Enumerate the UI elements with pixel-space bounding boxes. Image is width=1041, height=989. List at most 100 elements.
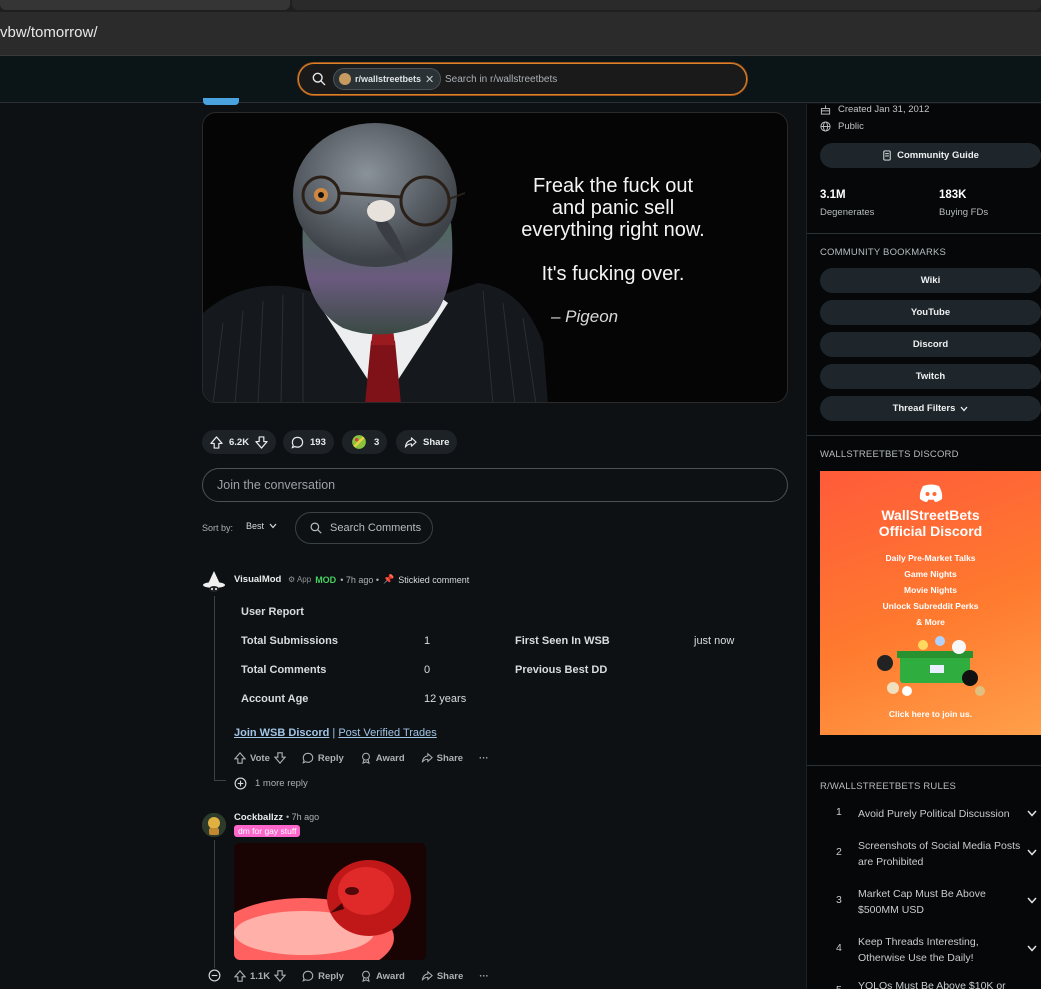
join-discord-link[interactable]: Join WSB Discord [234, 727, 329, 739]
share-button[interactable]: Share [421, 752, 463, 764]
share-button[interactable]: Share [396, 430, 458, 454]
browser-address-bar[interactable]: vbw/tomorrow/ [0, 12, 1041, 56]
reply-button[interactable]: Reply [302, 752, 344, 764]
search-icon [312, 72, 326, 86]
vote-control: Vote [234, 752, 286, 764]
thread-line[interactable] [214, 596, 215, 781]
more-replies-label: 1 more reply [255, 778, 308, 789]
bookmark-label: Wiki [920, 275, 941, 286]
collapse-thread-button[interactable] [208, 969, 221, 985]
rule-number: 4 [836, 942, 842, 954]
community-guide-button[interactable]: Community Guide [820, 143, 1041, 168]
comment-input[interactable] [202, 468, 788, 502]
search-bar[interactable]: r/wallstreetbets ✕ [298, 63, 747, 95]
share-icon [421, 970, 433, 981]
more-icon: ··· [479, 752, 489, 764]
thread-line[interactable] [214, 840, 215, 968]
bookmark-youtube[interactable]: YouTube [820, 300, 1041, 325]
bookmark-label: Thread Filters [892, 403, 956, 414]
sort-select[interactable]: Best [246, 521, 277, 531]
avatar[interactable] [202, 813, 226, 837]
rule-item[interactable]: 4 Keep Threads Interesting, Otherwise Us… [820, 934, 1041, 966]
browser-tab[interactable] [292, 0, 1041, 10]
image-quote-line: It's fucking over. [541, 263, 685, 285]
bookmarks-heading: COMMUNITY BOOKMARKS [820, 247, 947, 258]
members-count: 3.1M [820, 189, 846, 201]
award-button[interactable]: 3 [342, 430, 388, 454]
ad-title: Official Discord [878, 523, 983, 539]
ad-cta[interactable]: Click here to join us. [820, 709, 1041, 719]
search-comments-button[interactable]: Search Comments [295, 512, 433, 544]
report-value: 12 years [424, 693, 467, 705]
award-button[interactable]: Award [360, 970, 405, 982]
bookmark-wiki[interactable]: Wiki [820, 268, 1041, 293]
rule-number: 1 [836, 806, 842, 818]
more-options-button[interactable]: ··· [479, 971, 489, 982]
ad-title: WallStreetBets [881, 507, 980, 523]
pin-icon: 📌 [383, 574, 395, 584]
more-replies-button[interactable]: 1 more reply [234, 777, 308, 790]
comment-author[interactable]: VisualMod [234, 574, 281, 585]
downvote-icon[interactable] [255, 435, 268, 449]
discord-banner[interactable]: WallStreetBets Official Discord Daily Pr… [820, 471, 1041, 735]
award-label: Award [375, 752, 405, 764]
pigeon-in-suit-illustration [203, 123, 548, 402]
vote-count: 6.2K [229, 436, 250, 448]
comment-author[interactable]: Cockballzz [234, 812, 283, 823]
bookmark-thread-filters[interactable]: Thread Filters [820, 396, 1041, 421]
globe-icon [820, 121, 831, 132]
rule-item[interactable]: 3 Market Cap Must Be Above $500MM USD [820, 886, 1041, 918]
upvote-icon[interactable] [234, 970, 246, 982]
share-button[interactable]: Share [421, 970, 463, 982]
divider [807, 765, 1041, 766]
comments-button[interactable]: 193 [283, 430, 334, 454]
comment-icon [302, 970, 314, 982]
avatar[interactable] [202, 570, 226, 594]
online-label: Buying FDs [939, 207, 989, 218]
upvote-icon[interactable] [210, 435, 223, 449]
reply-button[interactable]: Reply [302, 970, 344, 982]
comment-icon [302, 752, 314, 764]
subreddit-avatar [339, 73, 351, 85]
reply-label: Reply [317, 752, 344, 764]
award-button[interactable]: Award [360, 752, 405, 764]
share-icon [404, 436, 417, 448]
more-icon: ··· [479, 970, 489, 982]
comment-meta: ⚙ App MOD • 7h ago • 📌 Stickied comment [288, 574, 469, 585]
url-text[interactable]: vbw/tomorrow/ [0, 24, 98, 41]
bookmark-discord[interactable]: Discord [820, 332, 1041, 357]
bookmark-twitch[interactable]: Twitch [820, 364, 1041, 389]
report-value: 0 [424, 664, 431, 676]
rule-text: Keep Threads Interesting, Otherwise Use … [858, 936, 979, 964]
rule-text: YOLOs Must Be Above $10K or [858, 980, 1006, 989]
search-input[interactable] [445, 64, 725, 94]
bookmark-label: YouTube [910, 307, 951, 318]
post-image[interactable]: Freak the fuck out and panic sell everyt… [202, 112, 788, 403]
post-verified-trades-link[interactable]: Post Verified Trades [338, 727, 436, 739]
rule-item[interactable]: YOLOs Must Be Above $10K or [820, 978, 1041, 989]
comment-time: • 7h ago [286, 812, 320, 822]
site-header: r/wallstreetbets ✕ [0, 56, 1041, 103]
comment-count: 193 [310, 436, 326, 448]
close-icon[interactable]: ✕ [425, 73, 434, 86]
link-separator: | [332, 727, 336, 739]
rule-number: 3 [836, 894, 842, 906]
post-flair[interactable] [203, 98, 239, 105]
downvote-icon[interactable] [273, 752, 286, 764]
chevron-down-icon [1027, 945, 1037, 952]
browser-tab[interactable] [0, 0, 290, 10]
more-options-button[interactable]: ··· [479, 753, 489, 764]
chevron-down-icon [1027, 897, 1037, 904]
chevron-down-icon [1027, 810, 1037, 817]
comment-image[interactable] [234, 843, 426, 960]
upvote-icon[interactable] [234, 752, 246, 764]
rule-item[interactable]: 1 Avoid Purely Political Discussion [820, 806, 1041, 822]
members-label: Degenerates [820, 207, 875, 218]
bookmark-label: Twitch [915, 371, 946, 382]
guide-icon [883, 150, 891, 161]
award-icon [362, 970, 370, 982]
downvote-icon[interactable] [274, 970, 287, 982]
subreddit-filter-chip[interactable]: r/wallstreetbets ✕ [333, 68, 442, 90]
rule-item[interactable]: 2 Screenshots of Social Media Posts are … [820, 838, 1041, 870]
report-label: Total Submissions [241, 635, 338, 647]
